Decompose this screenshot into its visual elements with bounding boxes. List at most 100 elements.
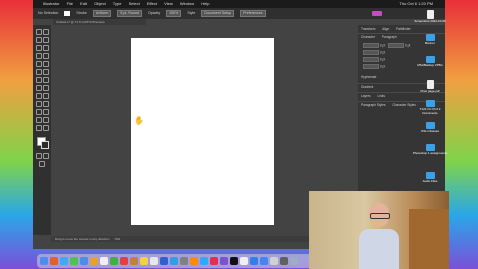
podcasts-icon[interactable] — [220, 257, 228, 265]
stroke-profile-dropdown[interactable]: 5 pt. Round — [117, 10, 142, 17]
pen-tool-icon[interactable] — [36, 37, 42, 43]
curvature-tool-icon[interactable] — [43, 37, 49, 43]
tab-links[interactable]: Links — [377, 94, 384, 98]
stroke-color-box[interactable] — [41, 141, 49, 149]
pencil-tool-icon[interactable] — [36, 61, 42, 67]
zoom-app-icon[interactable] — [250, 257, 258, 265]
gradient-header[interactable]: Gradient — [361, 85, 373, 90]
draw-mode-icon[interactable] — [36, 153, 42, 159]
tab-align[interactable]: Align — [382, 27, 389, 31]
tab-paragraph-styles[interactable]: Paragraph Styles — [361, 103, 385, 107]
selection-tool-icon[interactable] — [36, 29, 42, 35]
shape-builder-tool-icon[interactable] — [36, 85, 42, 91]
zoom-tool-icon[interactable] — [43, 125, 49, 131]
rotate-tool-icon[interactable] — [36, 69, 42, 75]
keynote-icon[interactable] — [160, 257, 168, 265]
share-button[interactable] — [372, 11, 382, 16]
zoom-level[interactable]: 74% — [114, 237, 120, 241]
app-store-icon[interactable] — [170, 257, 178, 265]
menu-view[interactable]: View — [164, 1, 173, 6]
perspective-grid-tool-icon[interactable] — [43, 85, 49, 91]
rectangle-tool-icon[interactable] — [36, 53, 42, 59]
news-icon[interactable] — [240, 257, 248, 265]
tab-paragraph[interactable]: Paragraph — [382, 35, 397, 39]
eyedropper-tool-icon[interactable] — [36, 101, 42, 107]
tv-icon[interactable] — [230, 257, 238, 265]
terminal-icon[interactable] — [280, 257, 288, 265]
blend-tool-icon[interactable] — [43, 101, 49, 107]
trash-icon[interactable] — [290, 257, 298, 265]
maps-icon[interactable] — [90, 257, 98, 265]
hand-tool-icon[interactable] — [36, 125, 42, 131]
music-icon[interactable] — [210, 257, 218, 265]
desktop-icon[interactable]: Pixel page.pdf — [412, 80, 448, 93]
paintbrush-tool-icon[interactable] — [43, 53, 49, 59]
menu-object[interactable]: Object — [94, 1, 106, 6]
desktop-icon[interactable]: MSUBackup 2TBG — [412, 56, 448, 67]
gradient-tool-icon[interactable] — [43, 93, 49, 99]
illustrator-icon[interactable] — [190, 257, 198, 265]
desktop-icon[interactable]: Audio Files — [412, 172, 448, 183]
line-tool-icon[interactable] — [43, 45, 49, 51]
preferences-button[interactable]: Preferences — [240, 10, 266, 17]
menu-window[interactable]: Window — [180, 1, 194, 6]
photos-icon[interactable] — [100, 257, 108, 265]
symbol-sprayer-tool-icon[interactable] — [36, 109, 42, 115]
menu-help[interactable]: Help — [201, 1, 209, 6]
desktop-icon[interactable]: T124 CC Prof 2 Documents — [412, 100, 448, 115]
opacity-input[interactable]: 100% — [166, 10, 182, 17]
safari-icon[interactable] — [60, 257, 68, 265]
menu-file[interactable]: File — [67, 1, 73, 6]
screen-mode-icon[interactable] — [43, 153, 49, 159]
tab-transform[interactable]: Transform — [361, 27, 375, 31]
left-indent-field[interactable] — [363, 43, 379, 48]
scale-tool-icon[interactable] — [43, 69, 49, 75]
menu-edit[interactable]: Edit — [80, 1, 87, 6]
desktop-icon[interactable]: Banner — [412, 34, 448, 45]
menu-effect[interactable]: Effect — [147, 1, 157, 6]
finder-icon[interactable] — [40, 257, 48, 265]
slice-tool-icon[interactable] — [43, 117, 49, 123]
width-tool-icon[interactable] — [36, 77, 42, 83]
photoshop-icon[interactable] — [200, 257, 208, 265]
direct-selection-tool-icon[interactable] — [43, 29, 49, 35]
space-before-field[interactable] — [363, 57, 379, 62]
preview-icon[interactable] — [270, 257, 278, 265]
type-tool-icon[interactable] — [36, 45, 42, 51]
mail-icon[interactable] — [80, 257, 88, 265]
contacts-icon[interactable] — [130, 257, 138, 265]
space-after-field[interactable] — [363, 64, 379, 69]
artboard-tool-icon[interactable] — [36, 117, 42, 123]
right-indent-field[interactable] — [388, 43, 405, 48]
brush-dropdown[interactable]: Uniform — [92, 10, 112, 17]
facetime-icon[interactable] — [110, 257, 118, 265]
tab-pathfinder[interactable]: Pathfinder — [396, 27, 411, 31]
menu-type[interactable]: Type — [113, 1, 122, 6]
tab-character[interactable]: Character — [361, 35, 375, 39]
document-setup-button[interactable]: Document Setup — [201, 10, 235, 17]
edit-toolbar-icon[interactable] — [39, 161, 45, 167]
first-line-indent-field[interactable] — [363, 50, 379, 55]
launchpad-icon[interactable] — [50, 257, 58, 265]
graph-tool-icon[interactable] — [43, 109, 49, 115]
messages-icon[interactable] — [70, 257, 78, 265]
reminders-icon[interactable] — [150, 257, 158, 265]
tab-layers[interactable]: Layers — [361, 94, 371, 98]
desktop-icon[interactable]: OSU Classes — [412, 122, 448, 133]
mesh-tool-icon[interactable] — [36, 93, 42, 99]
artboard[interactable] — [131, 38, 274, 225]
document-tab[interactable]: Untitled-1* @ 74 % (CMYK/Preview) — [53, 19, 146, 25]
settings-icon[interactable] — [180, 257, 188, 265]
desktop-icon[interactable]: Photoshop 1 assignments — [412, 144, 448, 155]
desktop-icon[interactable]: Screenshot 2022-10-06 — [412, 10, 448, 23]
eraser-tool-icon[interactable] — [43, 61, 49, 67]
calendar-icon[interactable] — [120, 257, 128, 265]
menubar-clock[interactable]: Thu Oct 6 1:20 PM — [399, 0, 433, 8]
chrome-icon[interactable] — [260, 257, 268, 265]
notes-icon[interactable] — [140, 257, 148, 265]
fill-swatch[interactable] — [64, 10, 71, 16]
hyphenate-row[interactable]: Hyphenate — [361, 75, 376, 80]
free-transform-tool-icon[interactable] — [43, 77, 49, 83]
menu-select[interactable]: Select — [129, 1, 140, 6]
app-menu[interactable]: Illustrator — [43, 1, 59, 6]
